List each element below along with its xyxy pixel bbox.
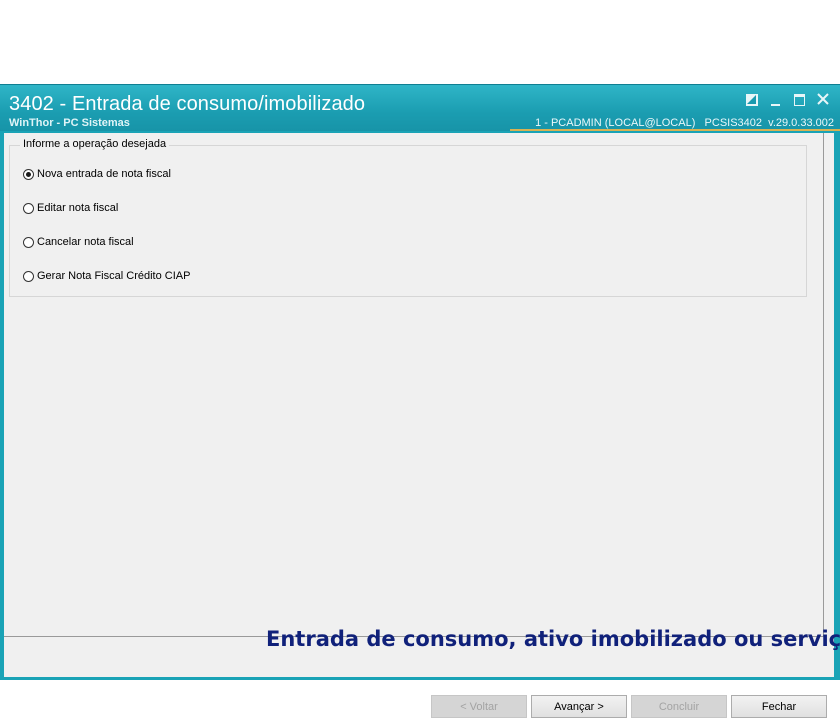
accent-line bbox=[510, 129, 840, 131]
operation-groupbox: Informe a operação desejada Nova entrada… bbox=[9, 138, 807, 297]
restore-icon[interactable] bbox=[744, 92, 760, 108]
client-area: Informe a operação desejada Nova entrada… bbox=[4, 133, 840, 718]
title-bar[interactable]: 3402 - Entrada de consumo/imobilizado Wi… bbox=[0, 85, 840, 131]
window-title: 3402 - Entrada de consumo/imobilizado bbox=[9, 93, 366, 115]
radio-label: Nova entrada de nota fiscal bbox=[37, 168, 171, 180]
radio-editar[interactable]: Editar nota fiscal bbox=[23, 202, 118, 214]
finish-button-label: Concluir bbox=[658, 700, 700, 713]
radio-button[interactable] bbox=[23, 236, 34, 248]
close-icon[interactable] bbox=[816, 92, 832, 108]
close-button[interactable]: Fechar bbox=[731, 695, 827, 718]
radio-button-checked[interactable] bbox=[23, 168, 34, 180]
close-button-label: Fechar bbox=[761, 700, 797, 713]
back-button[interactable]: < Voltar bbox=[431, 695, 527, 718]
radio-label: Editar nota fiscal bbox=[37, 202, 119, 214]
session-info: 1 - PCADMIN (LOCAL@LOCAL) PCSIS3402 v.29… bbox=[535, 117, 834, 129]
minimize-icon[interactable] bbox=[768, 92, 784, 108]
finish-button[interactable]: Concluir bbox=[631, 695, 727, 718]
wizard-panel: Informe a operação desejada Nova entrada… bbox=[4, 133, 840, 651]
radio-nova-entrada[interactable]: Nova entrada de nota fiscal bbox=[23, 168, 171, 180]
radio-label: Gerar Nota Fiscal Crédito CIAP bbox=[37, 270, 191, 282]
back-button-label: < Voltar bbox=[460, 700, 498, 713]
window-controls bbox=[744, 92, 832, 108]
wizard-banner: Entrada de consumo, ativo imobilizado ou… bbox=[266, 627, 840, 651]
radio-cancelar[interactable]: Cancelar nota fiscal bbox=[23, 236, 134, 248]
group-legend: Informe a operação desejada bbox=[20, 138, 170, 150]
radio-button[interactable] bbox=[23, 270, 34, 282]
app-window: 3402 - Entrada de consumo/imobilizado Wi… bbox=[0, 84, 840, 718]
radio-label: Cancelar nota fiscal bbox=[37, 236, 134, 248]
radio-gerar-ciap[interactable]: Gerar Nota Fiscal Crédito CIAP bbox=[23, 270, 190, 282]
next-button[interactable]: Avançar > bbox=[531, 695, 627, 718]
radio-button[interactable] bbox=[23, 202, 34, 214]
next-button-label: Avançar > bbox=[554, 700, 604, 713]
maximize-icon[interactable] bbox=[792, 92, 808, 108]
app-name: WinThor - PC Sistemas bbox=[9, 117, 130, 129]
